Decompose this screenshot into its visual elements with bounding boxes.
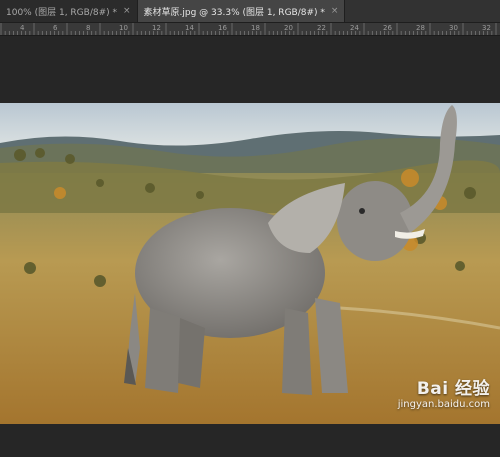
ruler-label: 4 [20,24,25,32]
ruler-label: 8 [86,24,91,32]
close-icon[interactable]: × [123,6,131,16]
baidu-watermark: Bai 经验 jingyan.baidu.com [398,374,490,410]
ruler-label: 6 [53,24,58,32]
ruler-label: 12 [152,24,161,32]
document-tab-bar: 100% (图层 1, RGB/8#) * × 素材草原.jpg @ 33.3%… [0,0,500,23]
watermark-logo-text: Bai 经验 [416,379,490,399]
ruler-label: 10 [119,24,128,32]
ruler-ticks [0,23,497,35]
tab-label: 素材草原.jpg @ 33.3% (图层 1, RGB/8#) * [143,7,325,18]
ruler-label: 24 [350,24,359,32]
tab-document-1[interactable]: 100% (图层 1, RGB/8#) * × [0,0,138,22]
ruler-label: 14 [185,24,194,32]
document-canvas-image[interactable]: Bai 经验 jingyan.baidu.com [0,103,500,424]
ruler-label: 28 [416,24,425,32]
ruler-label: 16 [218,24,227,32]
ruler-label: 22 [317,24,326,32]
ruler-label: 26 [383,24,392,32]
horizontal-ruler: 4 6 8 10 12 14 16 18 20 22 24 26 28 30 3… [0,23,500,36]
ruler-label: 18 [251,24,260,32]
watermark-url: jingyan.baidu.com [397,399,490,410]
tab-label: 100% (图层 1, RGB/8#) * [6,7,117,18]
ruler-label: 30 [449,24,458,32]
ruler-label: 20 [284,24,293,32]
ruler-label: 32 [482,24,491,32]
close-icon[interactable]: × [331,6,339,16]
tab-document-2[interactable]: 素材草原.jpg @ 33.3% (图层 1, RGB/8#) * × [137,0,346,22]
